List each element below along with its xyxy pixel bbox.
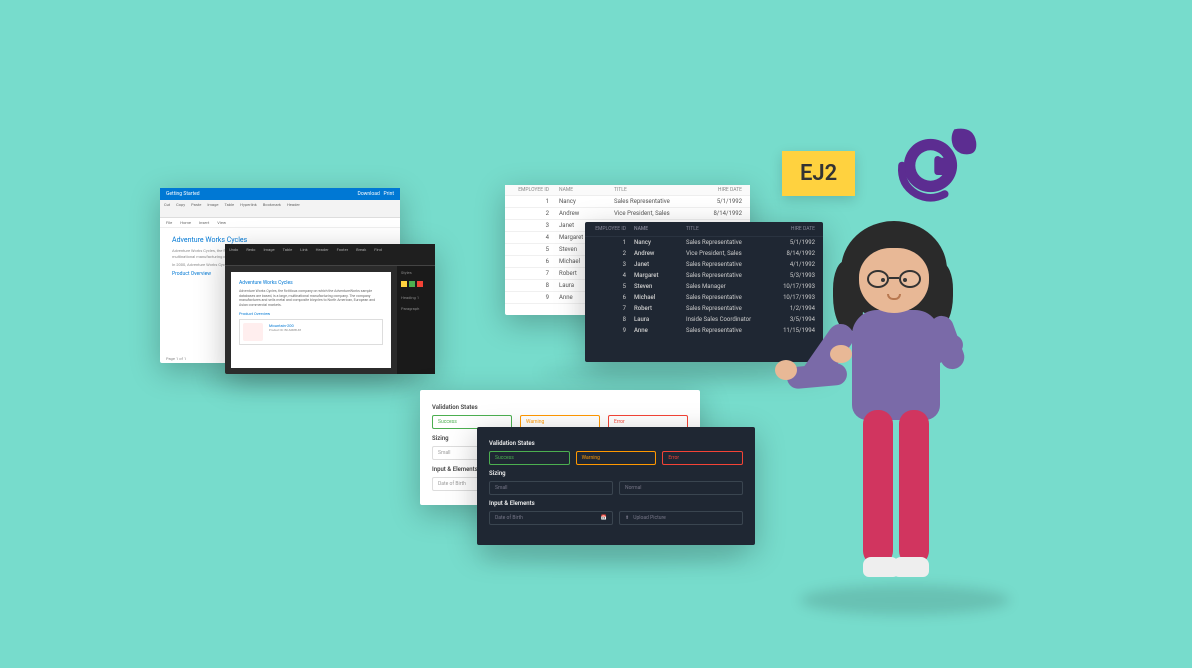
input-normal[interactable]: Normal (619, 481, 743, 495)
ribbon-item[interactable]: Find (372, 246, 384, 263)
section-label: Input & Elements (489, 500, 743, 507)
table-row[interactable]: 1NancySales Representative5/1/1992 (585, 237, 823, 248)
table-row[interactable]: 4MargaretSales Representative5/3/1993 (585, 270, 823, 281)
ribbon[interactable]: Undo Redo Image Table Link Header Footer… (225, 244, 435, 266)
legs (859, 410, 933, 570)
color-swatch[interactable] (409, 281, 415, 287)
table-row[interactable]: 3JanetSales Representative4/1/1992 (585, 259, 823, 270)
doc-heading: Adventure Works Cycles (172, 236, 388, 244)
table-row[interactable]: 6MichaelSales Representative10/17/1993 (585, 292, 823, 303)
word-editor-dark: Undo Redo Image Table Link Header Footer… (225, 244, 435, 374)
hand (775, 360, 797, 380)
ribbon-item[interactable]: Image (261, 246, 276, 263)
titlebar-actions: Download Print (358, 191, 394, 197)
section-label: Validation States (489, 440, 743, 447)
doc-heading: Adventure Works Cycles (239, 280, 383, 286)
tab[interactable]: Insert (199, 220, 209, 225)
grid-header: EMPLOYEE ID NAME TITLE HIRE DATE (585, 222, 823, 237)
torso (852, 310, 940, 420)
ribbon-item[interactable]: Cut (164, 202, 170, 215)
ribbon-item[interactable]: Break (354, 246, 368, 263)
shadow (540, 365, 780, 381)
face (859, 248, 929, 313)
tab[interactable]: File (166, 220, 172, 225)
hand (830, 345, 852, 363)
ribbon-item[interactable]: Hyperlink (240, 202, 257, 215)
ribbon-item[interactable]: Table (224, 202, 234, 215)
table-row[interactable]: 2AndrewVice President, Sales8/14/1992 (505, 208, 750, 220)
upload-icon: ⬆ (625, 515, 629, 521)
shadow (480, 548, 740, 564)
color-swatch[interactable] (417, 281, 423, 287)
table-row[interactable]: 2AndrewVice President, Sales8/14/1992 (585, 248, 823, 259)
ej2-badge: EJ2 (782, 151, 855, 196)
tabs: File Home Insert View (160, 218, 400, 228)
table-row[interactable]: 1NancySales Representative5/1/1992 (505, 196, 750, 208)
ribbon-item[interactable]: Bookmark (263, 202, 281, 215)
pane-label: Paragraph (401, 306, 431, 311)
ribbon-item[interactable]: Header (287, 202, 300, 215)
ribbon-item[interactable]: Copy (176, 202, 185, 215)
product-image (243, 323, 263, 341)
col-header[interactable]: TITLE (682, 225, 771, 233)
properties-pane: Styles Heading 1 Paragraph (397, 266, 435, 374)
pane-label: Heading 1 (401, 295, 431, 300)
section-label: Sizing (489, 470, 743, 477)
ribbon-item[interactable]: Undo (227, 246, 240, 263)
col-header[interactable]: NAME (630, 225, 682, 233)
input-dob[interactable]: Date of Birth📅 (489, 511, 613, 525)
character-illustration (805, 215, 1005, 610)
blazor-logo-icon (878, 118, 983, 213)
shoe (893, 557, 929, 577)
input-upload[interactable]: ⬆Upload Picture (619, 511, 743, 525)
tab[interactable]: Home (180, 220, 191, 225)
section-label: Product Overview (239, 311, 383, 316)
ribbon-item[interactable]: Image (207, 202, 218, 215)
ribbon-item[interactable]: Link (298, 246, 309, 263)
ribbon-item[interactable]: Paste (191, 202, 201, 215)
col-header[interactable]: HIRE DATE (695, 185, 750, 195)
input-error[interactable]: Error (662, 451, 743, 465)
tab[interactable]: View (217, 220, 226, 225)
table-row[interactable]: 8LauraInside Sales Coordinator3/5/1994 (585, 314, 823, 325)
col-header[interactable]: EMPLOYEE ID (505, 185, 555, 195)
pane-label: Styles (401, 270, 431, 275)
doc-title: Getting Started (166, 191, 200, 197)
table-row[interactable]: 9AnneSales Representative11/15/1994 (585, 325, 823, 336)
status-bar: Page 1 of 1 (166, 356, 186, 361)
color-swatch[interactable] (401, 281, 407, 287)
col-header[interactable]: TITLE (610, 185, 695, 195)
ribbon-item[interactable]: Footer (335, 246, 351, 263)
table-row[interactable]: 7RobertSales Representative1/2/1994 (585, 303, 823, 314)
product-id: Product ID: BK-M68B-38 (269, 328, 301, 332)
calendar-icon: 📅 (601, 515, 607, 521)
input-warning[interactable]: Warning (576, 451, 657, 465)
ribbon-item[interactable]: Header (314, 246, 331, 263)
table-row[interactable]: 5StevenSales Manager10/17/1993 (585, 281, 823, 292)
ribbon[interactable]: Cut Copy Paste Image Table Hyperlink Boo… (160, 200, 400, 218)
titlebar: Getting Started Download Print (160, 188, 400, 200)
document-body[interactable]: Adventure Works Cycles Adventure Works C… (231, 272, 391, 368)
form-dark: Validation States Success Warning Error … (477, 427, 755, 545)
grid-header: EMPLOYEE ID NAME TITLE HIRE DATE (505, 185, 750, 196)
section-label: Validation States (432, 404, 688, 411)
col-header[interactable]: EMPLOYEE ID (585, 225, 630, 233)
paragraph: Adventure Works Cycles, the fictitious c… (239, 289, 383, 307)
data-grid-dark: EMPLOYEE ID NAME TITLE HIRE DATE 1NancyS… (585, 222, 823, 362)
glasses-icon (867, 270, 921, 288)
input-small[interactable]: Small (489, 481, 613, 495)
ribbon-item[interactable]: Redo (244, 246, 257, 263)
col-header[interactable]: NAME (555, 185, 610, 195)
ribbon-item[interactable]: Table (281, 246, 295, 263)
input-success[interactable]: Success (489, 451, 570, 465)
